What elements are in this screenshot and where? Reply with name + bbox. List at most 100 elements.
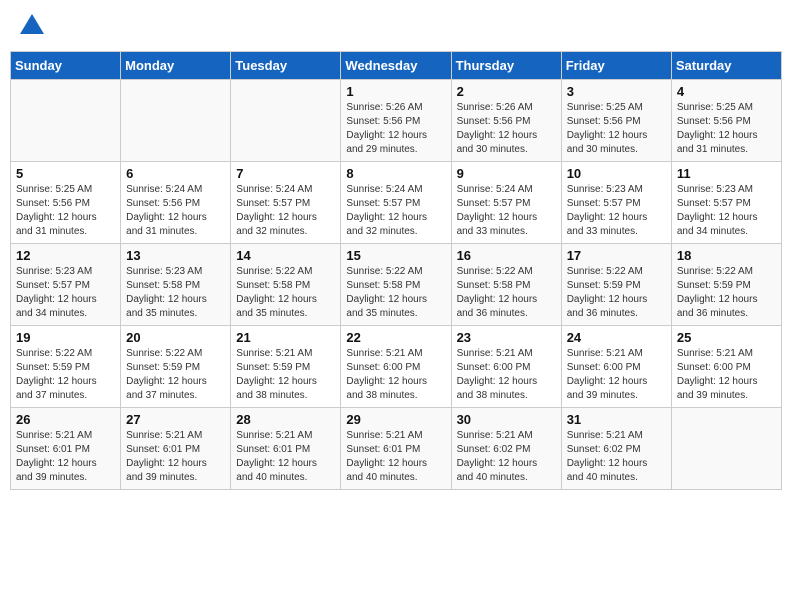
calendar-day-cell: 29 Sunrise: 5:21 AM Sunset: 6:01 PM Dayli…	[341, 408, 451, 490]
day-number: 28	[236, 412, 335, 427]
day-info: Sunrise: 5:22 AM Sunset: 5:58 PM Dayligh…	[346, 265, 445, 321]
day-info: Sunrise: 5:22 AM Sunset: 5:58 PM Dayligh…	[236, 265, 335, 321]
day-number: 12	[16, 248, 115, 263]
day-number: 6	[126, 166, 225, 181]
day-number: 26	[16, 412, 115, 427]
day-number: 15	[346, 248, 445, 263]
day-info: Sunrise: 5:26 AM Sunset: 5:56 PM Dayligh…	[346, 101, 445, 157]
day-number: 1	[346, 84, 445, 99]
day-info: Sunrise: 5:24 AM Sunset: 5:56 PM Dayligh…	[126, 183, 225, 239]
calendar-day-cell: 3 Sunrise: 5:25 AM Sunset: 5:56 PM Daylig…	[561, 80, 671, 162]
day-number: 11	[677, 166, 776, 181]
calendar-day-cell: 1 Sunrise: 5:26 AM Sunset: 5:56 PM Daylig…	[341, 80, 451, 162]
day-number: 30	[457, 412, 556, 427]
calendar-day-cell: 15 Sunrise: 5:22 AM Sunset: 5:58 PM Dayli…	[341, 244, 451, 326]
day-info: Sunrise: 5:21 AM Sunset: 6:01 PM Dayligh…	[16, 429, 115, 485]
calendar-day-cell: 4Sunrise: 5:25 AM Sunset: 5:56 PM Daylig…	[671, 80, 781, 162]
day-of-week-header: Thursday	[451, 52, 561, 80]
day-info: Sunrise: 5:25 AM Sunset: 5:56 PM Dayligh…	[567, 101, 666, 157]
calendar-day-cell: 10 Sunrise: 5:23 AM Sunset: 5:57 PM Dayli…	[561, 162, 671, 244]
calendar-day-cell: 27 Sunrise: 5:21 AM Sunset: 6:01 PM Dayli…	[121, 408, 231, 490]
calendar-day-cell: 14 Sunrise: 5:22 AM Sunset: 5:58 PM Dayli…	[231, 244, 341, 326]
day-of-week-header: Sunday	[11, 52, 121, 80]
day-info: Sunrise: 5:22 AM Sunset: 5:59 PM Dayligh…	[126, 347, 225, 403]
calendar-day-cell: 5 Sunrise: 5:25 AM Sunset: 5:56 PM Daylig…	[11, 162, 121, 244]
day-number: 2	[457, 84, 556, 99]
day-info: Sunrise: 5:21 AM Sunset: 6:01 PM Dayligh…	[236, 429, 335, 485]
day-number: 20	[126, 330, 225, 345]
day-of-week-header: Friday	[561, 52, 671, 80]
day-info: Sunrise: 5:22 AM Sunset: 5:59 PM Dayligh…	[677, 265, 776, 321]
calendar-day-cell	[121, 80, 231, 162]
day-of-week-header: Tuesday	[231, 52, 341, 80]
calendar-day-cell: 16 Sunrise: 5:22 AM Sunset: 5:58 PM Dayli…	[451, 244, 561, 326]
calendar-day-cell: 31Sunrise: 5:21 AM Sunset: 6:02 PM Dayli…	[561, 408, 671, 490]
calendar-day-cell: 7Sunrise: 5:24 AM Sunset: 5:57 PM Daylig…	[231, 162, 341, 244]
day-number: 24	[567, 330, 666, 345]
day-number: 31	[567, 412, 666, 427]
day-number: 8	[346, 166, 445, 181]
calendar-day-cell	[671, 408, 781, 490]
calendar-day-cell: 12Sunrise: 5:23 AM Sunset: 5:57 PM Dayli…	[11, 244, 121, 326]
day-header-row: SundayMondayTuesdayWednesdayThursdayFrid…	[11, 52, 782, 80]
day-number: 3	[567, 84, 666, 99]
day-number: 5	[16, 166, 115, 181]
calendar-week-row: 19 Sunrise: 5:22 AM Sunset: 5:59 PM Dayli…	[11, 326, 782, 408]
calendar-day-cell: 9 Sunrise: 5:24 AM Sunset: 5:57 PM Daylig…	[451, 162, 561, 244]
day-number: 10	[567, 166, 666, 181]
day-number: 27	[126, 412, 225, 427]
calendar-day-cell: 21Sunrise: 5:21 AM Sunset: 5:59 PM Dayli…	[231, 326, 341, 408]
day-info: Sunrise: 5:24 AM Sunset: 5:57 PM Dayligh…	[457, 183, 556, 239]
calendar-day-cell: 30 Sunrise: 5:21 AM Sunset: 6:02 PM Dayli…	[451, 408, 561, 490]
day-info: Sunrise: 5:22 AM Sunset: 5:58 PM Dayligh…	[457, 265, 556, 321]
day-of-week-header: Wednesday	[341, 52, 451, 80]
calendar-day-cell: 6 Sunrise: 5:24 AM Sunset: 5:56 PM Daylig…	[121, 162, 231, 244]
day-info: Sunrise: 5:21 AM Sunset: 6:01 PM Dayligh…	[126, 429, 225, 485]
calendar-week-row: 12Sunrise: 5:23 AM Sunset: 5:57 PM Dayli…	[11, 244, 782, 326]
calendar-week-row: 1 Sunrise: 5:26 AM Sunset: 5:56 PM Daylig…	[11, 80, 782, 162]
day-number: 29	[346, 412, 445, 427]
day-number: 13	[126, 248, 225, 263]
logo	[18, 14, 44, 39]
day-info: Sunrise: 5:26 AM Sunset: 5:56 PM Dayligh…	[457, 101, 556, 157]
calendar-table: SundayMondayTuesdayWednesdayThursdayFrid…	[10, 51, 782, 490]
day-info: Sunrise: 5:22 AM Sunset: 5:59 PM Dayligh…	[567, 265, 666, 321]
day-info: Sunrise: 5:23 AM Sunset: 5:58 PM Dayligh…	[126, 265, 225, 321]
calendar-day-cell: 2 Sunrise: 5:26 AM Sunset: 5:56 PM Daylig…	[451, 80, 561, 162]
calendar-week-row: 5 Sunrise: 5:25 AM Sunset: 5:56 PM Daylig…	[11, 162, 782, 244]
calendar-week-row: 26 Sunrise: 5:21 AM Sunset: 6:01 PM Dayli…	[11, 408, 782, 490]
day-info: Sunrise: 5:22 AM Sunset: 5:59 PM Dayligh…	[16, 347, 115, 403]
calendar-day-cell: 28 Sunrise: 5:21 AM Sunset: 6:01 PM Dayli…	[231, 408, 341, 490]
calendar-day-cell: 24Sunrise: 5:21 AM Sunset: 6:00 PM Dayli…	[561, 326, 671, 408]
day-info: Sunrise: 5:21 AM Sunset: 6:00 PM Dayligh…	[677, 347, 776, 403]
day-of-week-header: Saturday	[671, 52, 781, 80]
header	[10, 10, 782, 43]
calendar-day-cell: 8Sunrise: 5:24 AM Sunset: 5:57 PM Daylig…	[341, 162, 451, 244]
day-number: 16	[457, 248, 556, 263]
day-info: Sunrise: 5:21 AM Sunset: 6:00 PM Dayligh…	[457, 347, 556, 403]
day-number: 22	[346, 330, 445, 345]
calendar-day-cell: 20 Sunrise: 5:22 AM Sunset: 5:59 PM Dayli…	[121, 326, 231, 408]
calendar-day-cell: 23Sunrise: 5:21 AM Sunset: 6:00 PM Dayli…	[451, 326, 561, 408]
day-number: 9	[457, 166, 556, 181]
day-number: 14	[236, 248, 335, 263]
day-info: Sunrise: 5:25 AM Sunset: 5:56 PM Dayligh…	[16, 183, 115, 239]
calendar-day-cell	[11, 80, 121, 162]
day-info: Sunrise: 5:21 AM Sunset: 5:59 PM Dayligh…	[236, 347, 335, 403]
day-number: 17	[567, 248, 666, 263]
day-number: 19	[16, 330, 115, 345]
day-info: Sunrise: 5:21 AM Sunset: 6:00 PM Dayligh…	[346, 347, 445, 403]
day-info: Sunrise: 5:21 AM Sunset: 6:02 PM Dayligh…	[457, 429, 556, 485]
calendar-day-cell: 18 Sunrise: 5:22 AM Sunset: 5:59 PM Dayli…	[671, 244, 781, 326]
day-info: Sunrise: 5:23 AM Sunset: 5:57 PM Dayligh…	[567, 183, 666, 239]
calendar-day-cell: 22 Sunrise: 5:21 AM Sunset: 6:00 PM Dayli…	[341, 326, 451, 408]
day-info: Sunrise: 5:21 AM Sunset: 6:01 PM Dayligh…	[346, 429, 445, 485]
calendar-day-cell: 25 Sunrise: 5:21 AM Sunset: 6:00 PM Dayli…	[671, 326, 781, 408]
calendar-day-cell: 13 Sunrise: 5:23 AM Sunset: 5:58 PM Dayli…	[121, 244, 231, 326]
day-of-week-header: Monday	[121, 52, 231, 80]
calendar-day-cell	[231, 80, 341, 162]
logo-icon	[20, 14, 44, 34]
day-number: 25	[677, 330, 776, 345]
day-number: 18	[677, 248, 776, 263]
day-info: Sunrise: 5:23 AM Sunset: 5:57 PM Dayligh…	[677, 183, 776, 239]
